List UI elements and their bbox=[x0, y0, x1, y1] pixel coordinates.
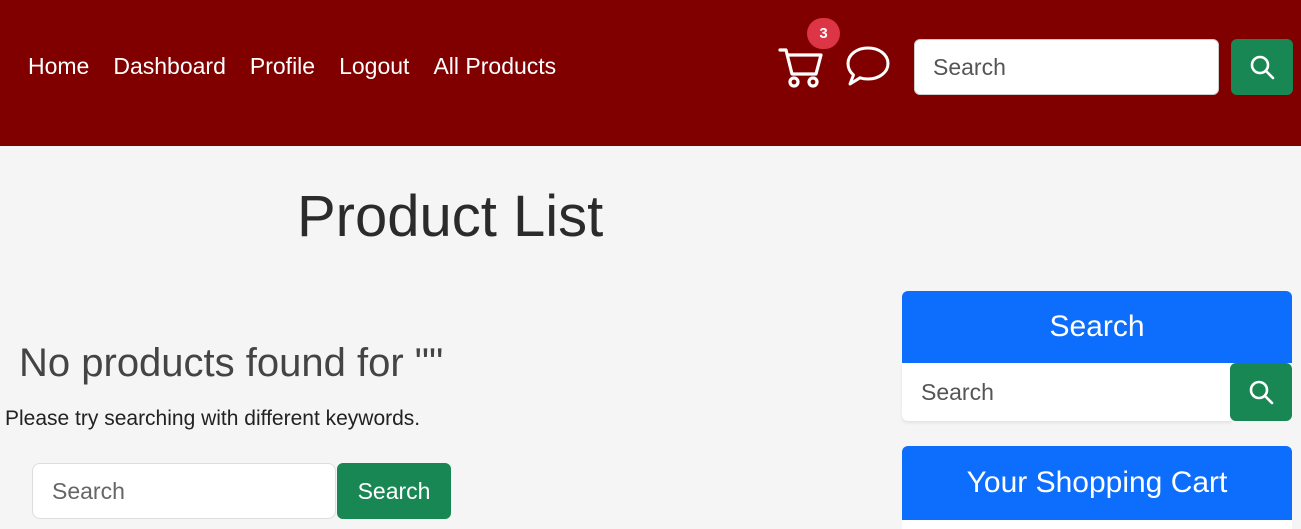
cart-icon[interactable] bbox=[778, 43, 824, 89]
header-search-button[interactable] bbox=[1231, 39, 1293, 95]
nav-links: Home Dashboard Profile Logout All Produc… bbox=[28, 51, 580, 81]
shopping-cart-body bbox=[902, 520, 1292, 529]
navbar: Home Dashboard Profile Logout All Produc… bbox=[0, 0, 1301, 146]
page-title: Product List bbox=[297, 184, 604, 249]
nav-home-link[interactable]: Home bbox=[28, 51, 89, 81]
shopping-cart-title: Your Shopping Cart bbox=[902, 446, 1292, 520]
product-search-input[interactable]: Search bbox=[32, 463, 336, 519]
nav-all-products-link[interactable]: All Products bbox=[433, 51, 556, 81]
search-icon bbox=[1250, 55, 1275, 80]
nav-profile-link[interactable]: Profile bbox=[250, 51, 315, 81]
header-search-input[interactable]: Search bbox=[914, 39, 1219, 95]
nav-logout-link[interactable]: Logout bbox=[339, 51, 409, 81]
sidebar-search-input[interactable]: Search bbox=[902, 363, 1232, 421]
nav-dashboard-link[interactable]: Dashboard bbox=[113, 51, 226, 81]
cart-count-badge: 3 bbox=[807, 18, 840, 49]
no-results-message: Please try searching with different keyw… bbox=[5, 407, 421, 430]
no-results-heading: No products found for "" bbox=[19, 341, 444, 385]
chat-icon[interactable] bbox=[845, 44, 891, 88]
sidebar-search-button[interactable] bbox=[1230, 363, 1292, 421]
sidebar-search-title: Search bbox=[902, 291, 1292, 363]
search-icon bbox=[1249, 380, 1274, 405]
product-search-button[interactable]: Search bbox=[337, 463, 451, 519]
